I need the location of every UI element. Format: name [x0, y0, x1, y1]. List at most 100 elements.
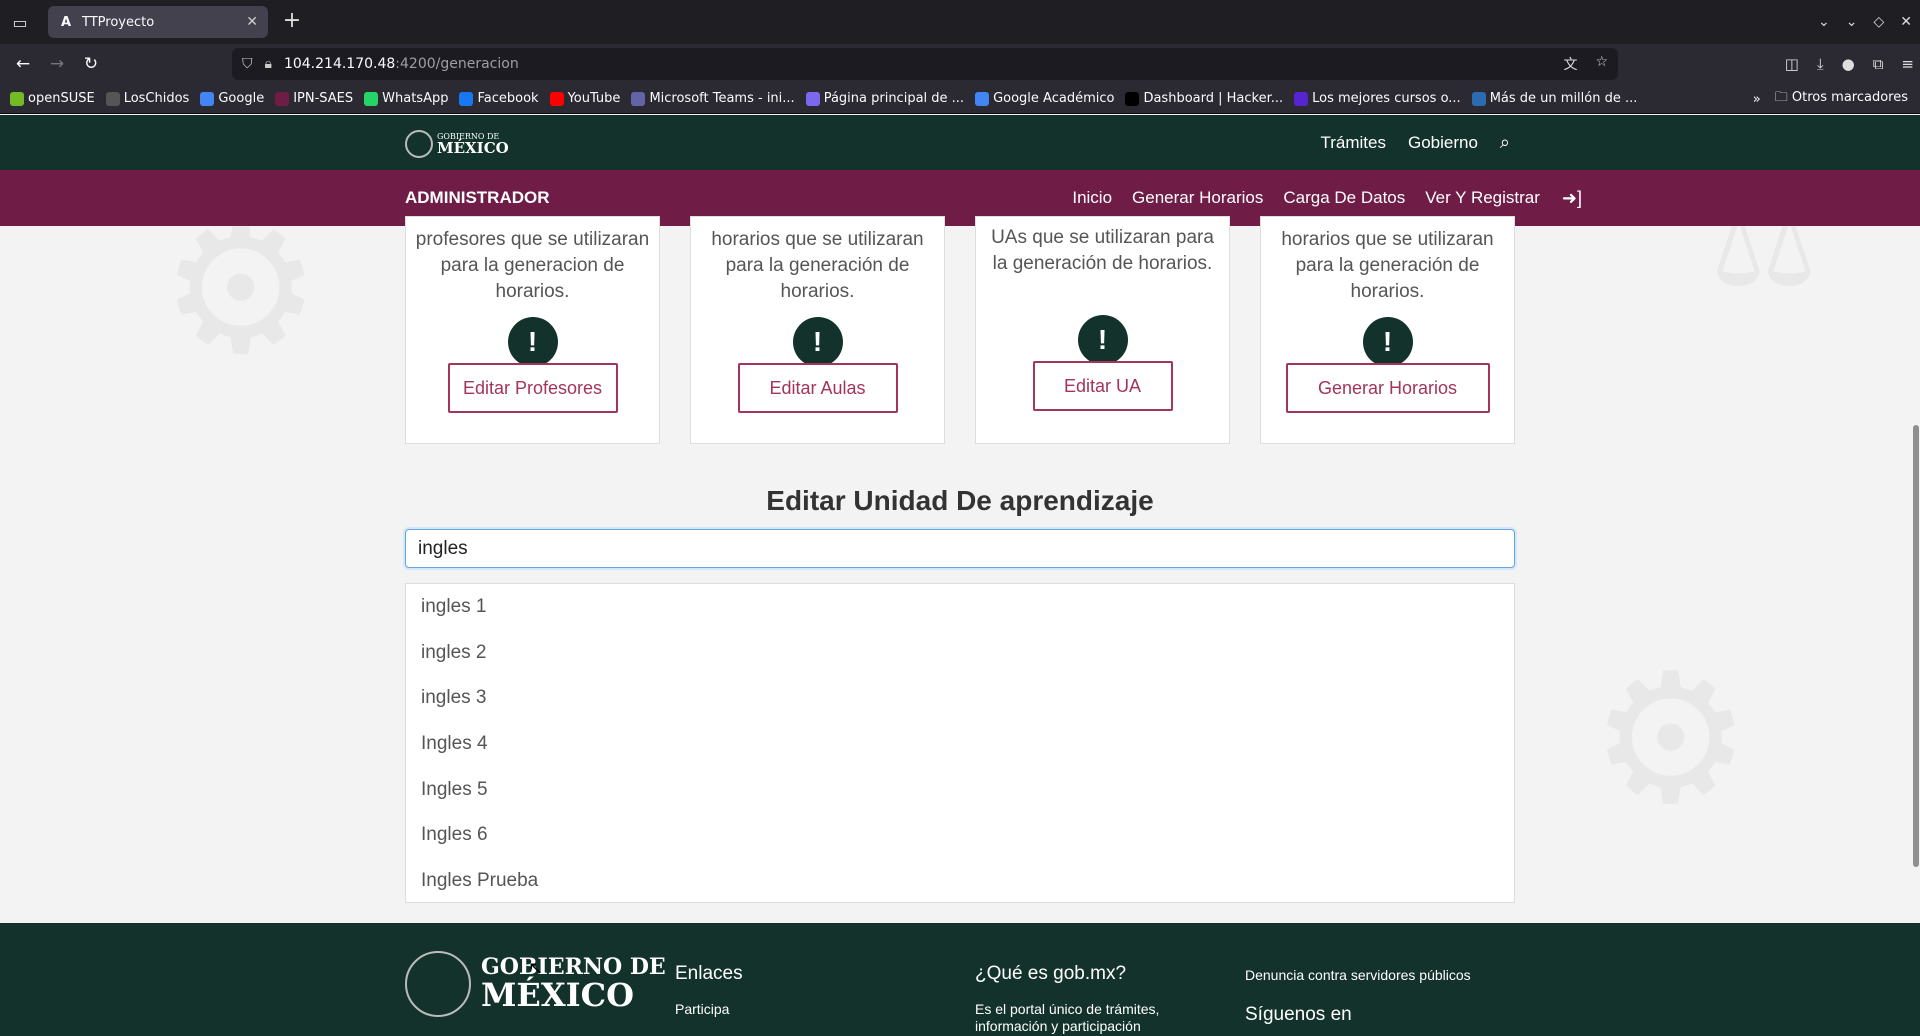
search-result-item[interactable]: Ingles 4	[406, 721, 1514, 767]
maximize-window-icon[interactable]: ◇	[1873, 14, 1884, 30]
search-result-item[interactable]: ingles 1	[406, 584, 1514, 630]
back-arrow-icon[interactable]: ←	[6, 48, 40, 80]
list-all-tabs-chevron-icon[interactable]: ⌄	[1818, 14, 1830, 30]
shield-icon[interactable]: ⛉	[242, 56, 253, 72]
other-bookmarks-folder[interactable]: 🗀 Otros marcadores	[1775, 88, 1908, 110]
bookmark-item[interactable]: LosChidos	[105, 91, 190, 106]
gobierno-link[interactable]: Gobierno	[1408, 133, 1478, 153]
footer-enlaces: Enlaces Participa	[675, 963, 743, 1018]
bookmark-favicon-icon	[805, 91, 820, 106]
pocket-icon[interactable]: ◫	[1785, 55, 1799, 73]
tab-title: TTProyecto	[82, 14, 155, 30]
bookmark-item[interactable]: Dashboard | Hacker...	[1125, 91, 1283, 106]
bookmark-favicon-icon	[364, 91, 379, 106]
nav-inicio[interactable]: Inicio	[1072, 188, 1112, 208]
nav-ver-y-registrar[interactable]: Ver Y Registrar	[1425, 188, 1540, 208]
bookmark-item[interactable]: Google	[200, 91, 264, 106]
editar-aulas-button[interactable]: Editar Aulas	[737, 363, 898, 413]
bookmark-item[interactable]: IPN-SAES	[275, 91, 353, 106]
bookmark-label: IPN-SAES	[293, 91, 354, 106]
toolbar-right: ◫ ⤓ ● ⧉ ≡	[1785, 48, 1914, 80]
download-icon[interactable]: ⤓	[1817, 55, 1824, 73]
bookmark-item[interactable]: Facebook	[459, 91, 539, 106]
bookmark-item[interactable]: YouTube	[549, 91, 621, 106]
tab-favicon-icon: A	[60, 14, 72, 30]
ua-search-input[interactable]	[405, 529, 1515, 568]
bookmark-label: YouTube	[567, 91, 621, 106]
forward-arrow-icon[interactable]: →	[40, 48, 74, 80]
footer-que-es: ¿Qué es gob.mx? Es el portal único de tr…	[975, 963, 1195, 1035]
gob-header-links: Trámites Gobierno ⌕	[1320, 115, 1510, 170]
bookmark-item[interactable]: Más de un millón de ...	[1471, 91, 1638, 106]
search-result-item[interactable]: Ingles 5	[406, 767, 1514, 813]
admin-title: ADMINISTRADOR	[405, 188, 550, 207]
bookmark-label: Google	[218, 91, 265, 106]
window-controls: ⌄ ⌄ ◇ ✕	[1818, 0, 1912, 44]
footer-denuncia-link[interactable]: Denuncia contra servidores públicos	[1245, 967, 1471, 984]
bookmark-favicon-icon	[549, 91, 564, 106]
close-window-icon[interactable]: ✕	[1900, 14, 1912, 30]
translate-icon[interactable]: 文	[1563, 54, 1577, 74]
reload-icon[interactable]: ↻	[74, 48, 108, 80]
footer-que-es-title: ¿Qué es gob.mx?	[975, 963, 1127, 984]
background-gear-icon: ⚙	[1590, 635, 1752, 844]
search-result-item[interactable]: ingles 3	[406, 675, 1514, 721]
editar-ua-button[interactable]: Editar UA	[1032, 361, 1173, 411]
extensions-icon[interactable]: ⧉	[1873, 55, 1884, 73]
bookmark-label: Más de un millón de ...	[1489, 91, 1638, 106]
page-scrollbar[interactable]	[1912, 115, 1920, 1036]
bookmark-item[interactable]: Página principal de ...	[805, 91, 964, 106]
generar-horarios-button[interactable]: Generar Horarios	[1285, 363, 1490, 413]
scrollbar-thumb[interactable]	[1913, 425, 1919, 867]
bookmark-item[interactable]: Google Académico	[975, 91, 1114, 106]
bookmark-item[interactable]: Los mejores cursos o...	[1294, 91, 1461, 106]
footer-participa-link[interactable]: Participa	[675, 1001, 743, 1018]
account-icon[interactable]: ●	[1842, 55, 1855, 73]
nav-carga-de-datos[interactable]: Carga De Datos	[1283, 188, 1405, 208]
footer: GOBIERNO DE MÉXICO Enlaces Participa ¿Qu…	[0, 923, 1920, 1036]
url-bar[interactable]: ⛉ 🔒︎ 104.214.170.48:4200/generacion 文 ☆	[232, 48, 1618, 80]
bookmark-item[interactable]: Microsoft Teams - ini...	[631, 91, 795, 106]
bookmark-favicon-icon	[459, 91, 474, 106]
nav-generar-horarios[interactable]: Generar Horarios	[1132, 188, 1263, 208]
bookmark-star-icon[interactable]: ☆	[1595, 54, 1608, 74]
card-description: UAs que se utilizaran para la generación…	[991, 227, 1214, 274]
web-page: ⚙ ⚙ ⚖ GOBIERNO DE MÉXICO Trámites Gobier…	[0, 115, 1920, 1036]
gob-mexico-logo[interactable]: GOBIERNO DE MÉXICO	[405, 130, 509, 158]
bookmark-favicon-icon	[10, 91, 24, 106]
url-host: 104.214.170.48	[283, 56, 396, 72]
bookmark-item[interactable]: openSUSE	[10, 91, 95, 106]
exclamation-icon: !	[507, 317, 558, 367]
bookmark-label: WhatsApp	[382, 91, 449, 106]
browser-tab-bar: ▭ A TTProyecto ✕ + ⌄ ⌄ ◇ ✕	[0, 0, 1920, 44]
more-bookmarks-chevron-icon[interactable]: »	[1753, 92, 1761, 107]
card-aulas: horarios que se utilizaran para la gener…	[690, 216, 945, 444]
tab-list-icon[interactable]: ▭	[0, 0, 40, 44]
bookmark-favicon-icon	[275, 91, 290, 106]
section-title: Editar Unidad De aprendizaje	[766, 485, 1154, 516]
gob-header: GOBIERNO DE MÉXICO Trámites Gobierno ⌕	[0, 115, 1920, 170]
lock-icon[interactable]: 🔒︎	[265, 56, 272, 72]
bookmarks-bar: openSUSE LosChidos Google IPN-SAES WhatsApp F…	[0, 84, 1920, 114]
search-result-item[interactable]: ingles 2	[406, 630, 1514, 676]
bookmark-favicon-icon	[105, 91, 120, 106]
new-tab-plus-icon[interactable]: +	[280, 10, 304, 34]
search-result-item[interactable]: Ingles Prueba	[406, 858, 1514, 904]
folder-icon: 🗀	[1774, 90, 1788, 105]
menu-hamburger-icon[interactable]: ≡	[1901, 55, 1914, 73]
browser-nav-bar: ← → ↻ ⛉ 🔒︎ 104.214.170.48:4200/generacio…	[0, 44, 1920, 84]
url-path: :4200/generacion	[395, 56, 519, 72]
search-result-item[interactable]: Ingles 6	[406, 812, 1514, 858]
bookmark-label: LosChidos	[123, 91, 190, 106]
bookmark-item[interactable]: WhatsApp	[364, 91, 448, 106]
exclamation-icon: !	[792, 317, 843, 367]
logout-icon[interactable]: ➜]	[1562, 188, 1582, 209]
card-generar: horarios que se utilizaran para la gener…	[1260, 216, 1515, 444]
minimize-window-icon[interactable]: ⌄	[1846, 14, 1858, 30]
editar-profesores-button[interactable]: Editar Profesores	[447, 363, 618, 413]
search-icon[interactable]: ⌕	[1500, 132, 1510, 153]
tramites-link[interactable]: Trámites	[1320, 133, 1386, 153]
tab-close-icon[interactable]: ✕	[246, 14, 258, 30]
browser-tab-active[interactable]: A TTProyecto ✕	[48, 6, 268, 38]
exclamation-icon: !	[1362, 317, 1413, 367]
